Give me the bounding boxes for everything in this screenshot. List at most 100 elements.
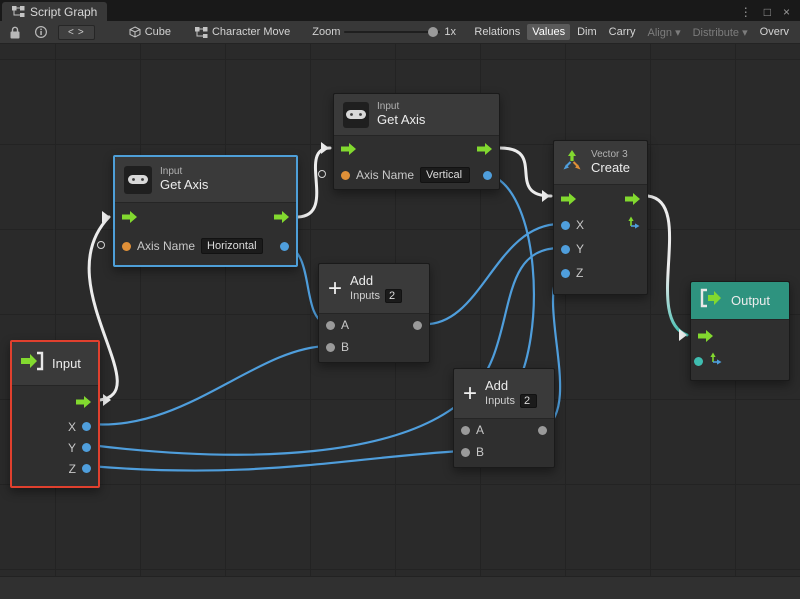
node-header: + Add Inputs [319, 264, 429, 314]
node-title: Get Axis [377, 113, 425, 128]
output-port-y[interactable] [82, 443, 91, 452]
flow-in-port[interactable] [561, 193, 576, 205]
port-row-b: B [454, 441, 554, 463]
distribute-dropdown[interactable]: Distribute ▾ [688, 24, 753, 41]
wire-flow-getaxis-h-to-getaxis-v[interactable] [298, 148, 330, 217]
script-graph-icon [12, 6, 25, 17]
tab-bar: Script Graph ⋮ □ × [0, 0, 800, 21]
node-title: Add [485, 379, 537, 394]
overview-button[interactable]: Overv [755, 24, 794, 40]
graph-canvas[interactable]: Input Get Axis Axis Name [0, 44, 800, 576]
port-row-y: Y [554, 237, 647, 261]
menu-icon[interactable]: ⋮ [740, 5, 752, 19]
input-port-b[interactable] [461, 448, 470, 457]
sum-output-port[interactable] [538, 426, 547, 435]
zoom-label: Zoom [312, 26, 340, 38]
input-port-y[interactable] [561, 245, 570, 254]
dim-toggle[interactable]: Dim [572, 24, 602, 40]
flow-port-row [334, 136, 499, 162]
string-port[interactable] [341, 171, 350, 180]
node-add-1[interactable]: + Add Inputs A B [318, 263, 430, 363]
close-icon[interactable]: × [783, 5, 790, 19]
inputs-count-input[interactable] [385, 289, 402, 303]
inputs-label: Inputs [485, 395, 515, 408]
port-row-a: A [454, 419, 554, 441]
node-get-axis-horizontal[interactable]: Input Get Axis Axis Name [113, 155, 298, 267]
node-input-event[interactable]: Input X Y Z [10, 340, 100, 488]
flow-out-port[interactable] [76, 396, 91, 408]
node-title: Output [731, 293, 770, 308]
input-port-a[interactable] [461, 426, 470, 435]
port-label: A [476, 423, 484, 437]
toolbar-toggles: Relations Values Dim Carry Align ▾ Distr… [469, 24, 794, 41]
values-toggle[interactable]: Values [527, 24, 570, 40]
window-controls: ⋮ □ × [740, 5, 800, 21]
node-header: + Add Inputs [454, 369, 554, 419]
node-vector3-create[interactable]: Vector 3 Create X Y Z [553, 140, 648, 295]
script-graph-window: Script Graph ⋮ □ × < > Cube Character Mo… [0, 0, 800, 599]
inputs-count-input[interactable] [520, 394, 537, 408]
align-dropdown[interactable]: Align ▾ [643, 24, 686, 41]
flow-out-port[interactable] [477, 143, 492, 155]
string-port[interactable] [122, 242, 131, 251]
carry-toggle[interactable]: Carry [604, 24, 641, 40]
port-row-x: X [12, 416, 98, 437]
flow-in-port[interactable] [698, 330, 713, 342]
wire-flow-vector3-to-output[interactable] [648, 196, 687, 335]
node-header: Input Get Axis [334, 94, 499, 136]
axis-name-row: Axis Name [334, 162, 499, 188]
port-label: Y [576, 242, 584, 256]
chevron-down-icon: ▾ [675, 27, 681, 39]
breadcrumb-asset[interactable]: Cube [129, 26, 171, 38]
flow-in-port[interactable] [122, 211, 137, 223]
wire-add1-to-vector3-x[interactable] [420, 224, 560, 324]
sum-output-port[interactable] [413, 321, 422, 330]
wire-input-x-to-add1-b[interactable] [90, 346, 327, 425]
breadcrumb-graph[interactable]: Character Move [195, 26, 290, 38]
input-port-b[interactable] [326, 343, 335, 352]
float-result-port[interactable] [483, 171, 492, 180]
flow-in-port[interactable] [341, 143, 356, 155]
float-result-port[interactable] [280, 242, 289, 251]
vector3-input-port[interactable] [694, 357, 703, 366]
zoom-slider-handle[interactable] [428, 27, 438, 37]
plus-icon: + [328, 277, 342, 301]
port-label: X [68, 420, 76, 434]
lock-icon[interactable] [6, 23, 24, 41]
output-port-z[interactable] [82, 464, 91, 473]
param-label: Axis Name [356, 168, 414, 182]
flow-port-row [12, 390, 98, 414]
node-title: Create [591, 161, 630, 176]
output-port-x[interactable] [82, 422, 91, 431]
axis-name-row: Axis Name [115, 231, 296, 261]
input-port-x[interactable] [561, 221, 570, 230]
axis-name-input[interactable] [420, 167, 470, 183]
port-row-z: Z [554, 261, 647, 285]
node-header: Output [691, 282, 789, 320]
node-output[interactable]: Output [690, 281, 790, 381]
edit-graph-button[interactable]: < > [58, 25, 95, 40]
info-icon[interactable] [32, 23, 50, 41]
node-get-axis-vertical[interactable]: Input Get Axis Axis Name [333, 93, 500, 190]
zoom-slider[interactable] [344, 31, 440, 33]
flow-port-row [691, 324, 789, 348]
port-label: Z [576, 266, 583, 280]
flow-out-port[interactable] [625, 193, 640, 205]
tab-title: Script Graph [30, 5, 97, 19]
graph-toolbar: < > Cube Character Move Zoom 1x Relation… [0, 21, 800, 44]
flow-out-port[interactable] [274, 211, 289, 223]
node-add-2[interactable]: + Add Inputs A B [453, 368, 555, 468]
port-row-b: B [319, 336, 429, 358]
relations-toggle[interactable]: Relations [469, 24, 525, 40]
maximize-icon[interactable]: □ [764, 5, 771, 19]
port-label: B [341, 340, 349, 354]
plus-icon: + [463, 382, 477, 406]
input-port-z[interactable] [561, 269, 570, 278]
axis-name-input[interactable] [201, 238, 263, 254]
node-header: Input [12, 342, 98, 386]
port-label: X [576, 218, 584, 232]
input-port-a[interactable] [326, 321, 335, 330]
port-label: Y [68, 441, 76, 455]
tab-script-graph[interactable]: Script Graph [2, 2, 107, 21]
vector3-output-port[interactable] [627, 216, 640, 234]
